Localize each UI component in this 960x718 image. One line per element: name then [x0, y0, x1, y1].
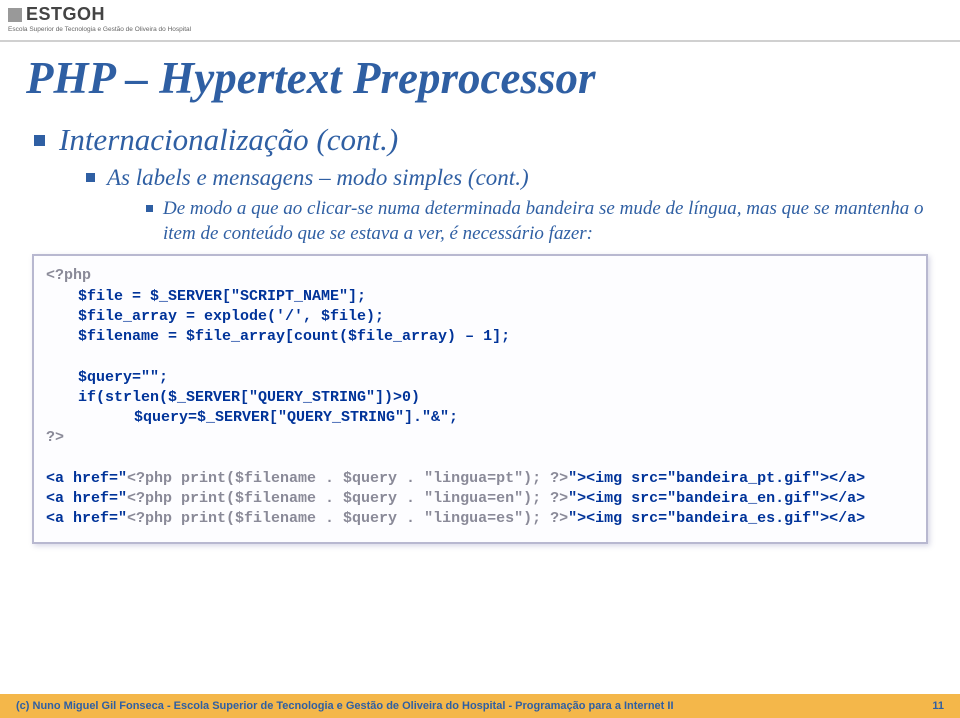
code-line: $filename = $file_array[count($file_arra… — [46, 327, 914, 347]
bullet-level-3: De modo a que ao clicar-se numa determin… — [146, 197, 934, 246]
code-line: <?php — [46, 267, 91, 284]
logo-subtitle: Escola Superior de Tecnologia e Gestão d… — [8, 26, 191, 33]
code-line: $query=""; — [46, 368, 914, 388]
bullet1-text: Internacionalização (cont.) — [59, 121, 398, 158]
logo: ESTGOH Escola Superior de Tecnologia e G… — [8, 4, 191, 33]
code-line: $file = $_SERVER["SCRIPT_NAME"]; — [46, 287, 914, 307]
bullet-square-icon — [86, 173, 95, 182]
code-line: $query=$_SERVER["QUERY_STRING"]."&"; — [46, 408, 914, 428]
bullet-square-icon — [34, 135, 45, 146]
code-anchor-3: <a href="<?php print($filename . $query … — [46, 510, 865, 527]
bullet2-text: As labels e mensagens – modo simples (co… — [107, 164, 529, 193]
bullet3-text: De modo a que ao clicar-se numa determin… — [163, 197, 934, 246]
logo-square-icon — [8, 8, 22, 22]
footer-page-number: 11 — [932, 700, 944, 712]
code-line: ?> — [46, 429, 64, 446]
code-anchor-1: <a href="<?php print($filename . $query … — [46, 470, 865, 487]
logo-text: ESTGOH — [26, 4, 105, 25]
footer-text: (c) Nuno Miguel Gil Fonseca - Escola Sup… — [16, 700, 674, 712]
footer-bar: (c) Nuno Miguel Gil Fonseca - Escola Sup… — [0, 694, 960, 718]
bullet-level-1: Internacionalização (cont.) — [34, 121, 934, 158]
code-line: $file_array = explode('/', $file); — [46, 307, 914, 327]
code-block: <?php $file = $_SERVER["SCRIPT_NAME"];$f… — [32, 254, 928, 543]
bullet-level-2: As labels e mensagens – modo simples (co… — [86, 164, 934, 193]
slide-body: PHP – Hypertext Preprocessor Internacion… — [0, 42, 960, 544]
code-line: if(strlen($_SERVER["QUERY_STRING"])>0) — [46, 388, 914, 408]
slide-title: PHP – Hypertext Preprocessor — [26, 56, 934, 101]
code-anchor-2: <a href="<?php print($filename . $query … — [46, 490, 865, 507]
bullet-square-icon — [146, 205, 153, 212]
header-bar: ESTGOH Escola Superior de Tecnologia e G… — [0, 0, 960, 42]
